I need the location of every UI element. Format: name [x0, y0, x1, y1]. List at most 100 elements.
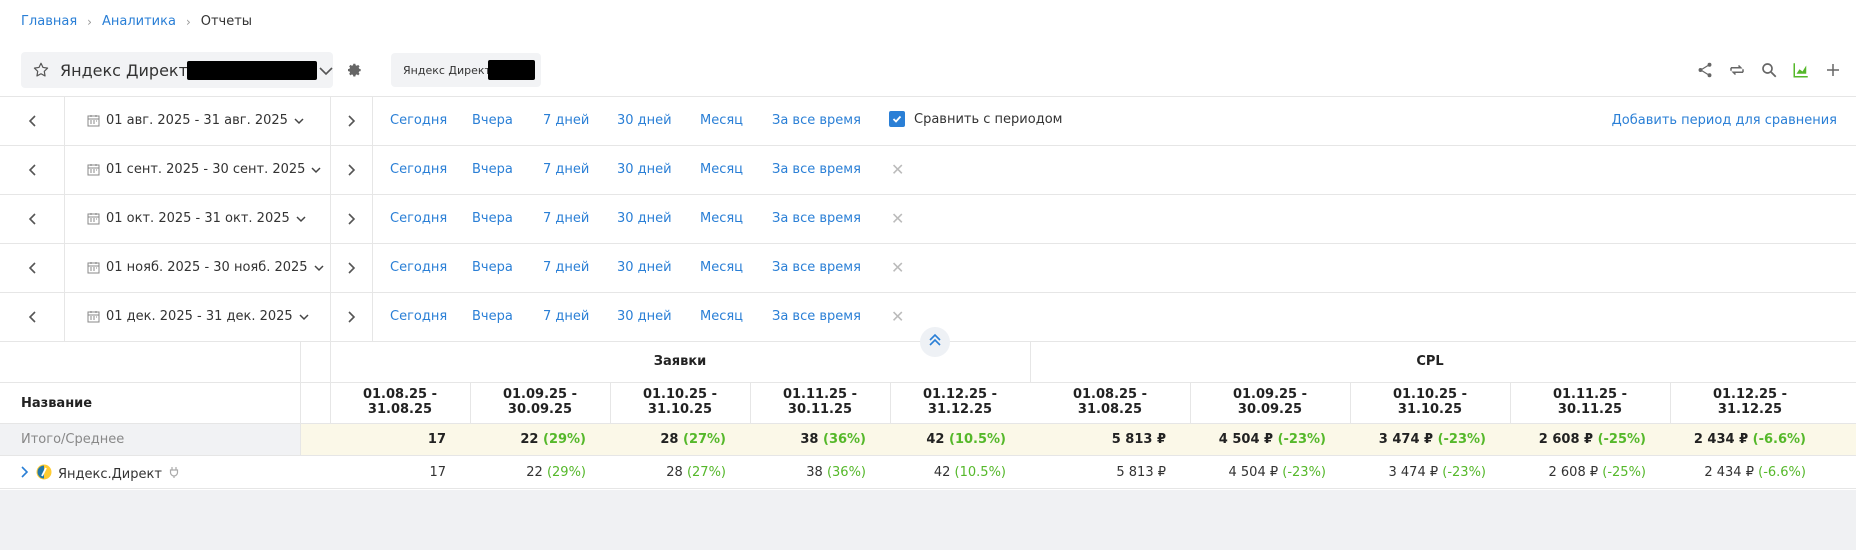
period-date-picker[interactable]: 01 авг. 2025 - 31 авг. 2025	[87, 113, 304, 128]
quick-range-link[interactable]: 7 дней	[543, 162, 589, 177]
column-header-period[interactable]: 01.11.25 -30.11.25	[1510, 387, 1670, 417]
prev-period-button[interactable]	[0, 97, 65, 145]
quick-range-link[interactable]: 30 дней	[617, 162, 672, 177]
breadcrumb-analytics[interactable]: Аналитика	[102, 14, 176, 29]
compare-checkbox[interactable]: Сравнить с периодом	[889, 111, 1062, 127]
quick-range-link[interactable]: Месяц	[700, 309, 743, 324]
collapse-periods-button[interactable]	[920, 327, 950, 357]
next-period-button[interactable]	[330, 244, 373, 292]
double-chevron-up-icon	[928, 333, 942, 351]
column-header-period[interactable]: 01.08.25 -31.08.25	[330, 387, 470, 417]
table-cell: 17	[429, 465, 446, 480]
redacted-block	[488, 60, 535, 80]
prev-period-button[interactable]	[0, 293, 65, 341]
table-cell: 28 (27%)	[666, 465, 726, 480]
next-period-button[interactable]	[330, 146, 373, 194]
chart-icon[interactable]	[1792, 61, 1810, 79]
share-icon[interactable]	[1696, 61, 1714, 79]
quick-range-link[interactable]: Вчера	[472, 113, 513, 128]
quick-range-link[interactable]: Сегодня	[390, 113, 447, 128]
quick-range-link[interactable]: 7 дней	[543, 113, 589, 128]
calendar-icon	[87, 213, 100, 225]
next-period-button[interactable]	[330, 293, 373, 341]
source-chip[interactable]: Яндекс Директ -	[391, 53, 541, 87]
quick-range-link[interactable]: Сегодня	[390, 211, 447, 226]
chevron-right-icon	[347, 213, 355, 225]
quick-range-link[interactable]: Сегодня	[390, 260, 447, 275]
table-cell: 5 813 ₽	[1116, 465, 1166, 480]
report-selector[interactable]: Яндекс Директ -	[21, 52, 333, 88]
quick-range-link[interactable]: Месяц	[700, 162, 743, 177]
column-header-period[interactable]: 01.10.25 -31.10.25	[1350, 387, 1510, 417]
column-header-name[interactable]: Название	[21, 396, 92, 411]
chevron-down-icon[interactable]	[319, 65, 333, 80]
period-date-picker[interactable]: 01 сент. 2025 - 30 сент. 2025	[87, 162, 321, 177]
total-cell: 2 608 ₽ (-25%)	[1538, 432, 1646, 447]
next-period-button[interactable]	[330, 195, 373, 243]
add-period-link[interactable]: Добавить период для сравнения	[1612, 113, 1837, 128]
quick-range-link[interactable]: 30 дней	[617, 113, 672, 128]
quick-range-link[interactable]: За все время	[772, 211, 861, 226]
quick-range-link[interactable]: За все время	[772, 113, 861, 128]
quick-range-link[interactable]: Вчера	[472, 309, 513, 324]
chevron-right-icon	[347, 115, 355, 127]
close-icon[interactable]: ✕	[891, 258, 904, 277]
column-header-period[interactable]: 01.12.25 -31.12.25	[1670, 387, 1830, 417]
quick-range-link[interactable]: Месяц	[700, 211, 743, 226]
quick-range-link[interactable]: 7 дней	[543, 260, 589, 275]
plus-icon[interactable]	[1824, 61, 1842, 79]
quick-range-link[interactable]: 30 дней	[617, 309, 672, 324]
gear-icon[interactable]	[345, 61, 363, 83]
prev-period-button[interactable]	[0, 146, 65, 194]
quick-range-link[interactable]: За все время	[772, 309, 861, 324]
period-date-picker[interactable]: 01 окт. 2025 - 31 окт. 2025	[87, 211, 306, 226]
quick-range-link[interactable]: За все время	[772, 162, 861, 177]
breadcrumb-home[interactable]: Главная	[21, 14, 77, 29]
column-header-period[interactable]: 01.11.25 -30.11.25	[750, 387, 890, 417]
next-period-button[interactable]	[330, 97, 373, 145]
checkbox-checked-icon[interactable]	[889, 111, 905, 127]
period-row: 01 сент. 2025 - 30 сент. 2025 Сегодня Вче…	[0, 146, 1856, 195]
quick-range-link[interactable]: За все время	[772, 260, 861, 275]
column-header-period[interactable]: 01.10.25 -31.10.25	[610, 387, 750, 417]
chevron-left-icon	[28, 213, 36, 225]
search-icon[interactable]	[1760, 61, 1778, 79]
quick-range-link[interactable]: 7 дней	[543, 211, 589, 226]
expand-chevron-icon[interactable]	[20, 466, 30, 482]
column-header-period[interactable]: 01.09.25 -30.09.25	[470, 387, 610, 417]
refresh-icon[interactable]	[1728, 61, 1746, 79]
group-header-leads: Заявки	[653, 354, 707, 369]
prev-period-button[interactable]	[0, 244, 65, 292]
close-icon[interactable]: ✕	[891, 160, 904, 179]
column-header-period[interactable]: 01.12.25 -31.12.25	[890, 387, 1030, 417]
column-header-period[interactable]: 01.08.25 -31.08.25	[1030, 387, 1190, 417]
chevron-down-icon	[314, 264, 324, 271]
quick-range-link[interactable]: Вчера	[472, 260, 513, 275]
plug-icon	[168, 466, 180, 482]
prev-period-button[interactable]	[0, 195, 65, 243]
column-header-period[interactable]: 01.09.25 -30.09.25	[1190, 387, 1350, 417]
table-row[interactable]: Яндекс.Директ 17 22 (29%) 28 (27%) 38 (36%)…	[0, 456, 1856, 489]
total-cell: 3 474 ₽ (-23%)	[1378, 432, 1486, 447]
period-row: 01 нояб. 2025 - 30 нояб. 2025 Сегодня Вче…	[0, 244, 1856, 293]
quick-range-link[interactable]: Месяц	[700, 260, 743, 275]
total-cell: 4 504 ₽ (-23%)	[1218, 432, 1326, 447]
quick-range-link[interactable]: 30 дней	[617, 211, 672, 226]
quick-range-link[interactable]: Вчера	[472, 162, 513, 177]
chevron-right-icon	[347, 311, 355, 323]
quick-range-link[interactable]: Сегодня	[390, 309, 447, 324]
table-column-header-row: Название 01.08.25 -31.08.25 01.09.25 -30.…	[0, 383, 1856, 424]
quick-range-link[interactable]: 30 дней	[617, 260, 672, 275]
star-icon[interactable]	[32, 61, 50, 83]
chevron-down-icon	[299, 313, 309, 320]
table-total-row: Итого/Среднее 17 22 (29%) 28 (27%) 38 (36%)…	[0, 424, 1856, 456]
close-icon[interactable]: ✕	[891, 307, 904, 326]
close-icon[interactable]: ✕	[891, 209, 904, 228]
quick-range-link[interactable]: Сегодня	[390, 162, 447, 177]
calendar-icon	[87, 262, 100, 274]
period-date-picker[interactable]: 01 дек. 2025 - 31 дек. 2025	[87, 309, 309, 324]
quick-range-link[interactable]: 7 дней	[543, 309, 589, 324]
quick-range-link[interactable]: Вчера	[472, 211, 513, 226]
quick-range-link[interactable]: Месяц	[700, 113, 743, 128]
period-date-picker[interactable]: 01 нояб. 2025 - 30 нояб. 2025	[87, 260, 324, 275]
